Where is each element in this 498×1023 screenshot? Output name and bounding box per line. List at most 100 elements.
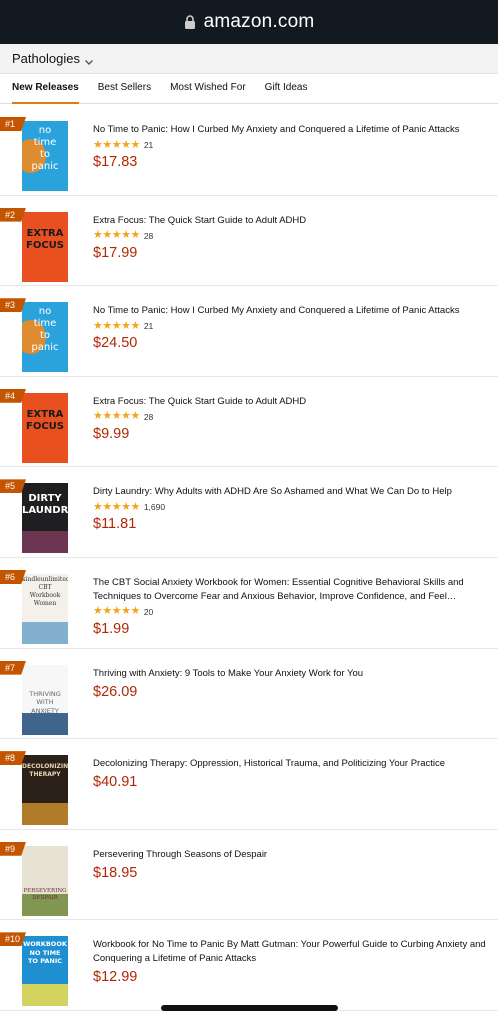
cover-title-text: time — [33, 318, 57, 330]
cover-title-text: THERAPY — [29, 771, 61, 779]
star-rating-icon: ★★★★★ — [93, 605, 140, 618]
rating-row[interactable]: ★★★★★ 28 — [93, 230, 488, 242]
cover-title-text: LAUNDRY — [22, 505, 68, 517]
cover-title-text: no — [38, 125, 52, 136]
product-title-link[interactable]: Extra Focus: The Quick Start Guide to Ad… — [93, 395, 488, 409]
cover-title-text: Workbook — [29, 591, 61, 599]
category-selector[interactable]: Pathologies — [0, 44, 498, 74]
list-item[interactable]: EXTRA FOCUS #2 Extra Focus: The Quick Start… — [0, 196, 498, 287]
cover-title-text: DESPAIR — [32, 895, 58, 902]
cover-title-text: DECOLONIZING — [22, 763, 68, 771]
cover-art — [22, 984, 68, 1007]
book-cover-image[interactable]: DECOLONIZING THERAPY — [22, 755, 68, 826]
star-rating-icon: ★★★★★ — [93, 319, 140, 332]
tab-new-releases[interactable]: New Releases — [12, 74, 79, 104]
star-rating-icon: ★★★★★ — [93, 500, 140, 513]
list-item[interactable]: WORKBOOK NO TIME TO PANIC #10 Workbook for N… — [0, 920, 498, 1011]
book-cover-image[interactable]: kindleunlimited CBT Workbook Women — [22, 573, 68, 644]
list-item[interactable]: THRIVING WITH ANXIETY #7 Thriving with Anxie… — [0, 649, 498, 740]
home-indicator[interactable] — [161, 1005, 338, 1011]
price: $18.95 — [93, 864, 138, 881]
cover-title-text: time — [33, 137, 57, 148]
book-cover-image[interactable]: no time to panic — [22, 302, 68, 373]
cover-title-text: TO PANIC — [27, 957, 63, 966]
product-title-link[interactable]: The CBT Social Anxiety Workbook for Wome… — [93, 576, 488, 604]
rating-count: 21 — [143, 140, 154, 150]
cover-title-text: panic — [31, 342, 59, 354]
book-cover-image[interactable]: PERSEVERING DESPAIR — [22, 845, 68, 916]
book-cover-image[interactable]: DIRTYLAUNDRY — [22, 483, 68, 554]
price: $17.83 — [93, 154, 138, 170]
cover-title-text: FOCUS — [26, 420, 64, 432]
book-cover-image[interactable]: THRIVING WITH ANXIETY — [22, 664, 68, 735]
rating-row[interactable]: ★★★★★ 1,690 — [93, 501, 488, 513]
product-info: Decolonizing Therapy: Oppression, Histor… — [93, 757, 488, 791]
list-item[interactable]: no time to panic #1 No Time to Panic: How I C… — [0, 105, 498, 196]
ranking-tabs: New Releases Best Sellers Most Wished Fo… — [0, 74, 498, 104]
tab-gift-ideas[interactable]: Gift Ideas — [265, 74, 308, 104]
url-domain: amazon.com — [203, 11, 315, 32]
rating-row[interactable]: ★★★★★ 21 — [93, 320, 488, 332]
list-item[interactable]: DIRTYLAUNDRY#5Dirty Laundry: Why Adults … — [0, 467, 498, 558]
cover-title-text: Women — [33, 599, 57, 607]
price: $9.99 — [93, 425, 130, 442]
rating-count: 28 — [143, 411, 154, 422]
product-info: The CBT Social Anxiety Workbook for Wome… — [93, 576, 488, 638]
list-item[interactable]: no time to panic #3 No Time to Panic: How I C… — [0, 286, 498, 377]
price: $26.09 — [93, 683, 138, 700]
price: $1.99 — [93, 620, 130, 637]
product-title-link[interactable]: No Time to Panic: How I Curbed My Anxiet… — [93, 123, 488, 137]
product-info: Extra Focus: The Quick Start Guide to Ad… — [93, 214, 488, 262]
price: $24.50 — [93, 335, 138, 352]
list-item[interactable]: DECOLONIZING THERAPY #8 Decolonizing Therap… — [0, 739, 498, 830]
product-title-link[interactable]: Extra Focus: The Quick Start Guide to Ad… — [93, 214, 488, 228]
product-title-link[interactable]: Thriving with Anxiety: 9 Tools to Make Y… — [93, 667, 488, 681]
tab-most-wished-for[interactable]: Most Wished For — [170, 74, 246, 104]
book-cover-image[interactable]: WORKBOOK NO TIME TO PANIC — [22, 936, 68, 1007]
rating-count: 1,690 — [143, 502, 166, 513]
product-info: Dirty Laundry: Why Adults with ADHD Are … — [93, 485, 488, 533]
product-title-link[interactable]: Persevering Through Seasons of Despair — [93, 848, 488, 862]
product-info: No Time to Panic: How I Curbed My Anxiet… — [93, 123, 488, 171]
cover-title-text: to — [39, 149, 51, 160]
rating-row[interactable]: ★★★★★ 21 — [93, 139, 488, 151]
lock-icon — [184, 15, 196, 29]
product-list: no time to panic #1 No Time to Panic: How I C… — [0, 105, 498, 1011]
cover-title-text: DIRTY — [28, 493, 62, 505]
product-info: Thriving with Anxiety: 9 Tools to Make Y… — [93, 667, 488, 701]
star-rating-icon: ★★★★★ — [93, 138, 140, 151]
list-item[interactable]: kindleunlimited CBT Workbook Women #6 The CBT… — [0, 558, 498, 649]
rating-count: 28 — [143, 230, 154, 241]
book-cover-image[interactable]: no time to panic — [22, 121, 68, 191]
price: $17.99 — [93, 244, 138, 261]
product-info: Persevering Through Seasons of Despair $1… — [93, 848, 488, 882]
book-cover-image[interactable]: EXTRA FOCUS — [22, 211, 68, 282]
cover-title-text: CBT — [38, 583, 52, 591]
list-item[interactable]: EXTRA FOCUS #4 Extra Focus: The Quick Start… — [0, 377, 498, 468]
product-info: No Time to Panic: How I Curbed My Anxiet… — [93, 304, 488, 352]
browser-address-bar[interactable]: amazon.com — [0, 0, 498, 44]
product-title-link[interactable]: Dirty Laundry: Why Adults with ADHD Are … — [93, 485, 488, 499]
product-info: Extra Focus: The Quick Start Guide to Ad… — [93, 395, 488, 443]
list-item[interactable]: PERSEVERING DESPAIR #9 Persevering Through … — [0, 830, 498, 921]
cover-title-text: no — [38, 306, 52, 318]
price: $11.81 — [93, 516, 137, 533]
cover-title-text: NO TIME — [29, 948, 61, 957]
cover-art — [22, 531, 68, 554]
cover-title-text: WORKBOOK — [23, 940, 67, 949]
rating-row[interactable]: ★★★★★ 20 — [93, 606, 488, 618]
book-cover-image[interactable]: EXTRA FOCUS — [22, 392, 68, 463]
cover-art — [22, 803, 68, 826]
rating-row[interactable]: ★★★★★ 28 — [93, 411, 488, 423]
cover-title-text: ANXIETY — [31, 706, 59, 715]
tab-best-sellers[interactable]: Best Sellers — [98, 74, 151, 104]
product-title-link[interactable]: Decolonizing Therapy: Oppression, Histor… — [93, 757, 488, 771]
cover-title-text: PERSEVERING — [23, 887, 67, 894]
product-title-link[interactable]: Workbook for No Time to Panic By Matt Gu… — [93, 938, 488, 966]
product-info: Workbook for No Time to Panic By Matt Gu… — [93, 938, 488, 986]
cover-title-text: panic — [31, 161, 59, 172]
product-title-link[interactable]: No Time to Panic: How I Curbed My Anxiet… — [93, 304, 488, 318]
cover-title-text: EXTRA — [26, 227, 64, 239]
cover-art — [22, 712, 68, 735]
rating-count: 21 — [143, 321, 154, 332]
